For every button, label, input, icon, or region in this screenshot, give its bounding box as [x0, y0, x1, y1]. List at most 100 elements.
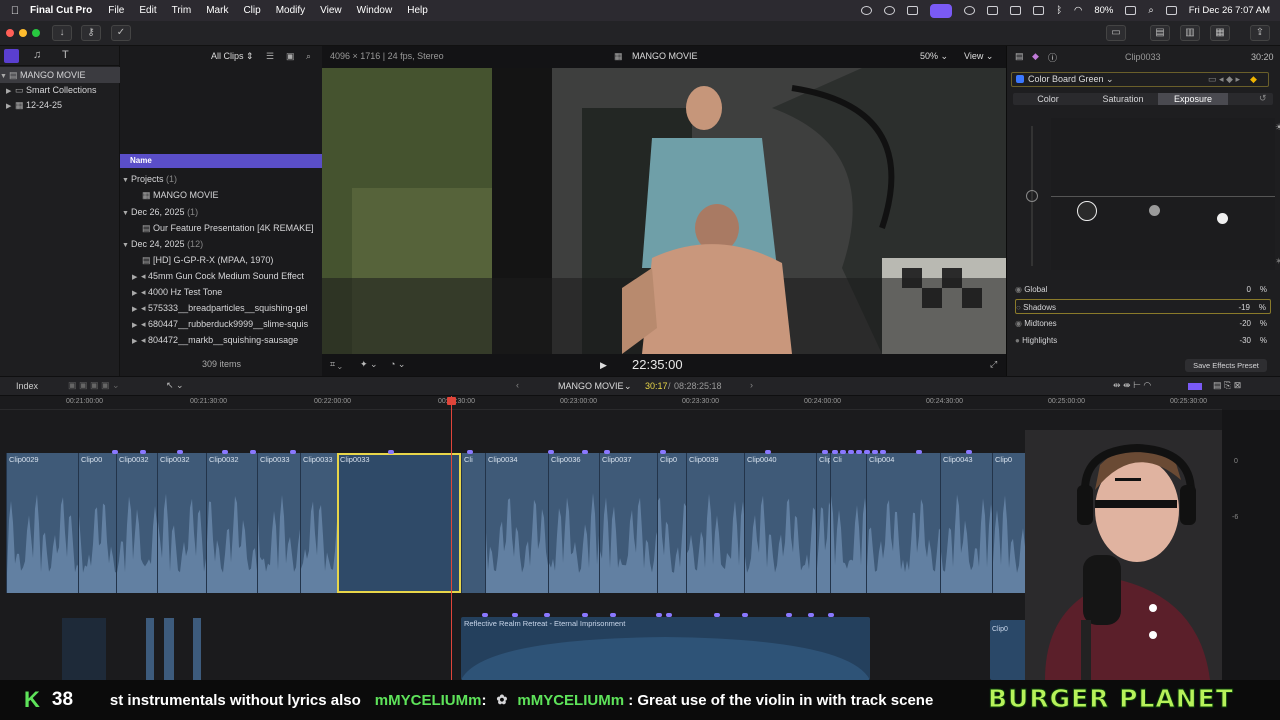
- list-item[interactable]: ▶ ◂ 680447__rubberduck9999__slime-squis: [132, 316, 322, 332]
- search-icon[interactable]: ⌕: [1148, 5, 1153, 16]
- headphones-icon[interactable]: [1010, 6, 1022, 15]
- keyframe-marker[interactable]: [765, 450, 771, 454]
- control-value[interactable]: -20: [1239, 316, 1251, 331]
- list-item[interactable]: ▦ MANGO MOVIE: [142, 187, 219, 203]
- battery-icon[interactable]: [1125, 6, 1137, 15]
- keyframe-marker[interactable]: [140, 450, 146, 454]
- menu-edit[interactable]: Edit: [139, 5, 156, 16]
- zoom-dropdown[interactable]: 50% ⌄: [920, 51, 948, 62]
- audio-clip[interactable]: [193, 618, 201, 680]
- history-back-icon[interactable]: ‹: [516, 380, 519, 390]
- timeline-tools[interactable]: ⇹ ⇼ ⊢ ◠: [1113, 380, 1151, 391]
- libraries-tab-icon[interactable]: [4, 49, 19, 63]
- global-slider-thumb[interactable]: [1026, 190, 1038, 202]
- timeline-clip[interactable]: Clip0032: [206, 453, 257, 593]
- skimming-icon[interactable]: [1188, 383, 1202, 390]
- menu-window[interactable]: Window: [357, 5, 393, 16]
- exposure-board[interactable]: ☀ ✶: [1051, 118, 1280, 270]
- music-clip[interactable]: Reflective Realm Retreat - Eternal Impri…: [461, 617, 870, 680]
- highlights-puck[interactable]: [1217, 213, 1228, 224]
- info-inspector-icon[interactable]: ⓘ: [1048, 51, 1057, 64]
- keyframe-marker[interactable]: [222, 450, 228, 454]
- timeline-clip[interactable]: Clip0032: [116, 453, 157, 593]
- keyframe-marker[interactable]: [832, 450, 838, 454]
- timeline-clip[interactable]: Clip0036: [548, 453, 599, 593]
- list-item[interactable]: ▤ [HD] G-GP-R-X (MPAA, 1970): [142, 252, 273, 268]
- sidebar-item-smart-collections[interactable]: ▶ ▭ Smart Collections: [6, 82, 97, 98]
- keyframe-marker[interactable]: [177, 450, 183, 454]
- control-value[interactable]: 0: [1247, 282, 1251, 297]
- menu-help[interactable]: Help: [407, 5, 428, 16]
- timeline-clip[interactable]: Clip004: [866, 453, 940, 593]
- project-name[interactable]: MANGO MOVIE: [558, 381, 624, 391]
- keyframe-marker[interactable]: [582, 450, 588, 454]
- keyframe-marker[interactable]: [864, 450, 870, 454]
- volume-icon[interactable]: [987, 6, 999, 15]
- timeline-clip[interactable]: Clip0032: [157, 453, 206, 593]
- inspector-toggle-icon[interactable]: ▦: [1210, 25, 1230, 41]
- playhead-handle[interactable]: [447, 397, 456, 405]
- tab-color[interactable]: Color: [1013, 93, 1083, 105]
- list-item[interactable]: ▶ ◂ 804472__markb__squishing-sausage: [132, 332, 322, 348]
- keyframe-marker[interactable]: [548, 450, 554, 454]
- menu-mark[interactable]: Mark: [206, 5, 228, 16]
- share-layout-icon[interactable]: ▭: [1106, 25, 1126, 41]
- timeline-clip[interactable]: Clip0039: [686, 453, 744, 593]
- audio-clip[interactable]: [146, 618, 154, 680]
- play-circle-icon[interactable]: [964, 6, 976, 15]
- keyframe-marker[interactable]: [388, 450, 394, 454]
- browser-toggle-icon[interactable]: ▤: [1150, 25, 1170, 41]
- timecode-display[interactable]: 22:35:00: [632, 357, 683, 372]
- list-item[interactable]: ▼ Dec 26, 2025 (1): [120, 204, 198, 220]
- timeline-clip[interactable]: Clip0043: [940, 453, 992, 593]
- timeline-clip[interactable]: Clip00: [78, 453, 116, 593]
- control-value[interactable]: -19: [1238, 300, 1250, 315]
- clip-filter-dropdown[interactable]: All Clips ⇕: [211, 51, 254, 62]
- timeline-clip[interactable]: Clip004: [816, 453, 830, 593]
- effect-selector[interactable]: Color Board Green ⌄ ▭ ◂ ◆ ▸ ◆: [1011, 72, 1269, 87]
- view-dropdown[interactable]: View ⌄: [964, 51, 993, 62]
- timeline-clip[interactable]: Clip0: [657, 453, 686, 593]
- search-icon[interactable]: ⌕: [306, 51, 311, 62]
- clock[interactable]: Fri Dec 26 7:07 AM: [1189, 5, 1270, 16]
- transform-icon[interactable]: ⌗ ⌄: [330, 359, 342, 370]
- timeline-clip[interactable]: Clip0037: [599, 453, 657, 593]
- effect-name[interactable]: Color Board Green ⌄: [1028, 74, 1114, 85]
- audio-clip[interactable]: [62, 618, 106, 680]
- select-tool-icon[interactable]: ↖ ⌄: [166, 380, 184, 391]
- timeline-clip[interactable]: Clip0033: [300, 453, 337, 593]
- grid-icon[interactable]: [907, 6, 919, 15]
- list-item[interactable]: ▶ ◂ 45mm Gun Cock Medium Sound Effect: [132, 268, 304, 284]
- index-button[interactable]: Index: [16, 381, 38, 391]
- color-inspector-icon[interactable]: ◆: [1032, 51, 1039, 62]
- list-item[interactable]: ▶ ◂ 575333__breadparticles__squishing-gel: [132, 300, 322, 316]
- record-icon[interactable]: [861, 6, 873, 15]
- keyframe-marker[interactable]: [880, 450, 886, 454]
- effect-enable-checkbox[interactable]: [1016, 75, 1024, 83]
- menu-view[interactable]: View: [320, 5, 342, 16]
- keywords-icon[interactable]: ⚷: [81, 25, 101, 41]
- video-inspector-icon[interactable]: ▤: [1015, 51, 1024, 62]
- globe-icon[interactable]: [884, 6, 896, 15]
- screen-share-icon[interactable]: [930, 3, 953, 18]
- app-menu[interactable]: Final Cut Pro: [30, 5, 92, 16]
- keyframe-marker[interactable]: [856, 450, 862, 454]
- apple-menu-icon[interactable]: : [0, 5, 30, 17]
- titles-tab-icon[interactable]: T: [62, 49, 69, 61]
- playhead[interactable]: [451, 396, 452, 680]
- name-column-header[interactable]: Name: [120, 154, 322, 168]
- keyframe-marker[interactable]: [250, 450, 256, 454]
- list-item[interactable]: ▶ ◂ 4000 Hz Test Tone: [132, 284, 222, 300]
- control-center-icon[interactable]: [1165, 6, 1177, 15]
- keyframe-marker[interactable]: [112, 450, 118, 454]
- timeline-clip[interactable]: Clip0029: [6, 453, 78, 593]
- timeline-clip[interactable]: Clip0040: [744, 453, 816, 593]
- keyframe-marker[interactable]: [916, 450, 922, 454]
- timeline-clip[interactable]: Clip0033: [257, 453, 300, 593]
- menu-clip[interactable]: Clip: [243, 5, 260, 16]
- timeline-clip[interactable]: Clip0034: [485, 453, 548, 593]
- control-value[interactable]: -30: [1239, 333, 1251, 348]
- menu-file[interactable]: File: [108, 5, 124, 16]
- keyframe-icon[interactable]: ◆: [1250, 74, 1257, 85]
- speed-icon[interactable]: ◔ ⌄: [390, 359, 405, 370]
